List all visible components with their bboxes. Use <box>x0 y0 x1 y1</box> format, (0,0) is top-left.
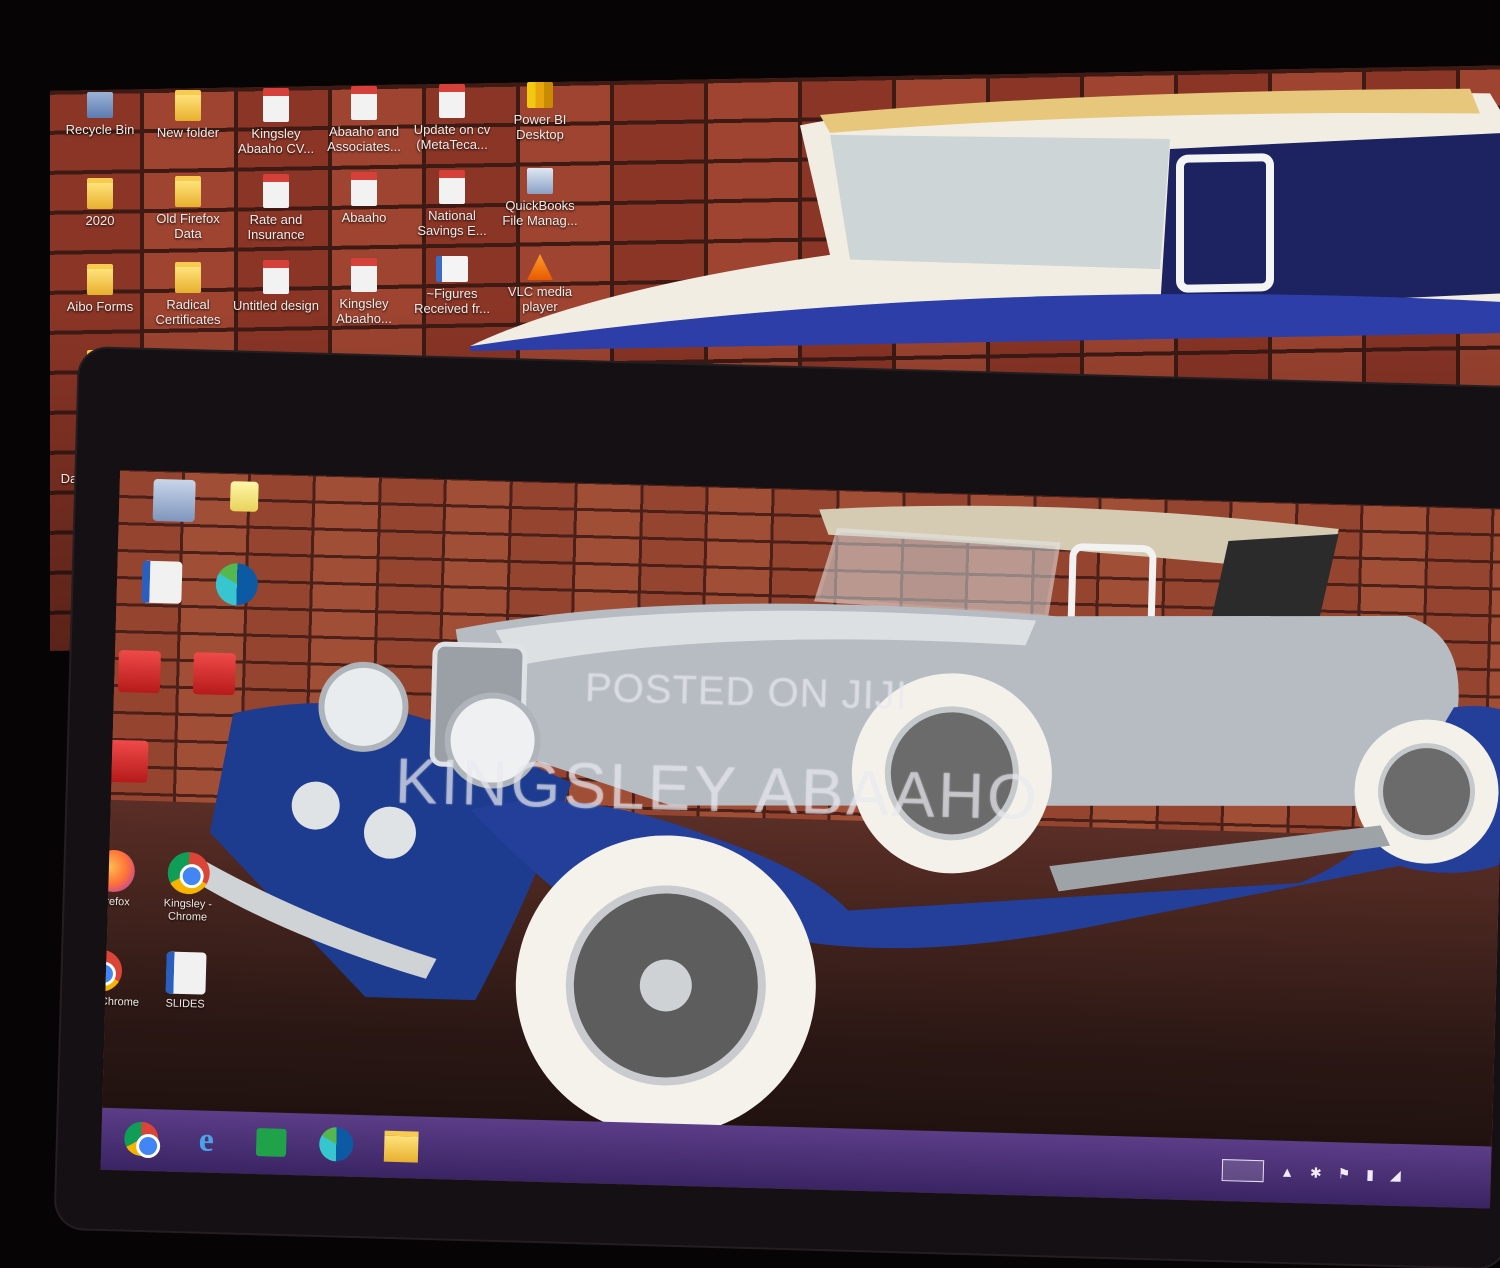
folder-icon <box>175 90 201 121</box>
red-app-icon <box>105 739 149 783</box>
sticky-note-icon <box>229 481 259 512</box>
microsoft-edge-icon <box>215 562 259 606</box>
laptop-wallpaper-car-image <box>470 88 1500 352</box>
app-icon <box>527 168 553 194</box>
vintage-car-wallpaper-image <box>178 505 1500 1136</box>
tablet-icon-edge[interactable] <box>191 562 282 610</box>
laptop-desktop-icon[interactable]: Abaaho <box>320 172 408 225</box>
laptop-desktop-icon-label: Untitled design <box>233 298 319 313</box>
folder-icon <box>87 178 113 209</box>
watermark-posted-on: POSTED ON JIJI <box>584 665 909 719</box>
laptop-desktop-icon[interactable]: 2020 <box>56 178 144 228</box>
recycle-bin-icon <box>152 478 196 523</box>
wifi-icon[interactable]: ◢ <box>1390 1166 1401 1183</box>
laptop-desktop-icon-label: Radical Certificates <box>155 297 221 327</box>
bluetooth-icon[interactable]: ✱ <box>1310 1164 1322 1181</box>
tablet-icon-kingsley-chrome[interactable]: Kingsley - Chrome <box>142 851 234 925</box>
laptop-desktop-icon[interactable]: Aibo Forms <box>56 264 144 314</box>
document-icon <box>141 560 183 604</box>
google-chrome-icon <box>123 1121 159 1157</box>
pdf-file-icon <box>351 258 377 292</box>
laptop-desktop-icon-label: Power BI Desktop <box>513 112 567 142</box>
laptop-desktop-icon-label: ~Figures Received fr... <box>414 286 490 316</box>
store-icon <box>255 1128 287 1157</box>
touch-keyboard-icon[interactable] <box>1221 1159 1265 1183</box>
laptop-desktop-icon-label: Abaaho <box>341 210 387 225</box>
laptop-desktop-icon-label: 2020 <box>85 213 115 228</box>
laptop-desktop-icon-label: National Savings E... <box>417 208 487 238</box>
laptop-desktop-icon-label: Kingsley Abaaho CV... <box>237 126 315 156</box>
red-app-icon <box>192 652 236 696</box>
flag-icon[interactable]: ⚑ <box>1338 1165 1351 1182</box>
laptop-desktop-icon[interactable]: National Savings E... <box>408 170 496 238</box>
recycle-bin-icon <box>87 92 113 118</box>
laptop-desktop-icon-label: Aibo Forms <box>66 299 134 314</box>
tablet-icon-slides[interactable]: SLIDES <box>140 951 232 1012</box>
taskbar-edge-button[interactable] <box>316 1124 357 1165</box>
taskbar-file-explorer-button[interactable] <box>381 1126 422 1167</box>
laptop-desktop-icon[interactable]: Recycle Bin <box>56 92 144 137</box>
pdf-file-icon <box>351 172 377 206</box>
taskbar-chrome-button[interactable] <box>121 1118 162 1159</box>
laptop-desktop-icon-label: Rate and Insurance <box>247 212 305 242</box>
laptop-desktop-icon[interactable]: Radical Certificates <box>144 262 232 327</box>
laptop-desktop-icon[interactable]: Abaaho and Associates... <box>320 86 408 154</box>
microsoft-edge-icon <box>318 1126 354 1162</box>
laptop-desktop-icon-label: Abaaho and Associates... <box>327 124 401 154</box>
laptop-desktop-icon-label: VLC media player <box>507 284 573 314</box>
battery-icon[interactable]: ▮ <box>1366 1166 1374 1183</box>
taskbar-store-button[interactable] <box>251 1122 292 1163</box>
folder-icon <box>87 264 113 295</box>
pdf-file-icon <box>263 174 289 208</box>
laptop-desktop-icon-label: Old Firefox Data <box>156 211 220 241</box>
power-bi-icon <box>527 82 553 108</box>
laptop-desktop-icon-label: Kingsley Abaaho... <box>336 296 392 326</box>
file-explorer-icon <box>383 1130 419 1163</box>
pdf-file-icon <box>351 86 377 120</box>
laptop-desktop-icon[interactable]: Power BI Desktop <box>496 82 584 142</box>
vlc-icon <box>527 254 553 280</box>
red-app-icon <box>117 650 161 694</box>
system-tray: ▲ ✱ ⚑ ▮ ◢ <box>1221 1159 1401 1186</box>
pdf-file-icon <box>263 88 289 122</box>
tablet-screen: Firefox Kingsley - Chrome Google Chrome … <box>100 470 1500 1209</box>
pdf-file-icon <box>439 84 465 118</box>
laptop-desktop-icon[interactable]: QuickBooks File Manag... <box>496 168 584 228</box>
laptop-desktop-icon[interactable]: Kingsley Abaaho... <box>320 258 408 326</box>
tablet-icon-sticky-note[interactable] <box>199 480 290 516</box>
laptop-desktop-icon[interactable]: Kingsley Abaaho CV... <box>232 88 320 156</box>
google-chrome-icon <box>167 851 211 895</box>
laptop-desktop-icon-label: Update on cv (MetaTeca... <box>413 122 491 152</box>
taskbar-internet-explorer-button[interactable]: e <box>186 1120 227 1161</box>
laptop-desktop-icon[interactable]: Old Firefox Data <box>144 176 232 241</box>
laptop-desktop-icon[interactable]: New folder <box>144 90 232 140</box>
laptop-desktop-icon-label: QuickBooks File Manag... <box>502 198 578 228</box>
tablet-icon-red-app-2[interactable] <box>169 651 260 699</box>
document-icon <box>436 256 468 282</box>
folder-icon <box>175 176 201 207</box>
laptop-desktop-icon-label: Recycle Bin <box>65 122 135 137</box>
pdf-file-icon <box>439 170 465 204</box>
laptop-desktop-icon[interactable]: ~Figures Received fr... <box>408 256 496 316</box>
chevron-up-icon[interactable]: ▲ <box>1280 1164 1294 1180</box>
internet-explorer-icon: e <box>198 1121 215 1159</box>
laptop-desktop-icon[interactable]: VLC media player <box>496 254 584 314</box>
pdf-file-icon <box>263 260 289 294</box>
document-icon <box>165 951 207 995</box>
laptop-desktop-icon[interactable]: Untitled design <box>232 260 320 313</box>
laptop-desktop-icon[interactable]: Rate and Insurance <box>232 174 320 242</box>
laptop-desktop-icon[interactable]: Update on cv (MetaTeca... <box>408 84 496 152</box>
laptop-desktop-icon-label: New folder <box>156 125 220 140</box>
folder-icon <box>175 262 201 293</box>
